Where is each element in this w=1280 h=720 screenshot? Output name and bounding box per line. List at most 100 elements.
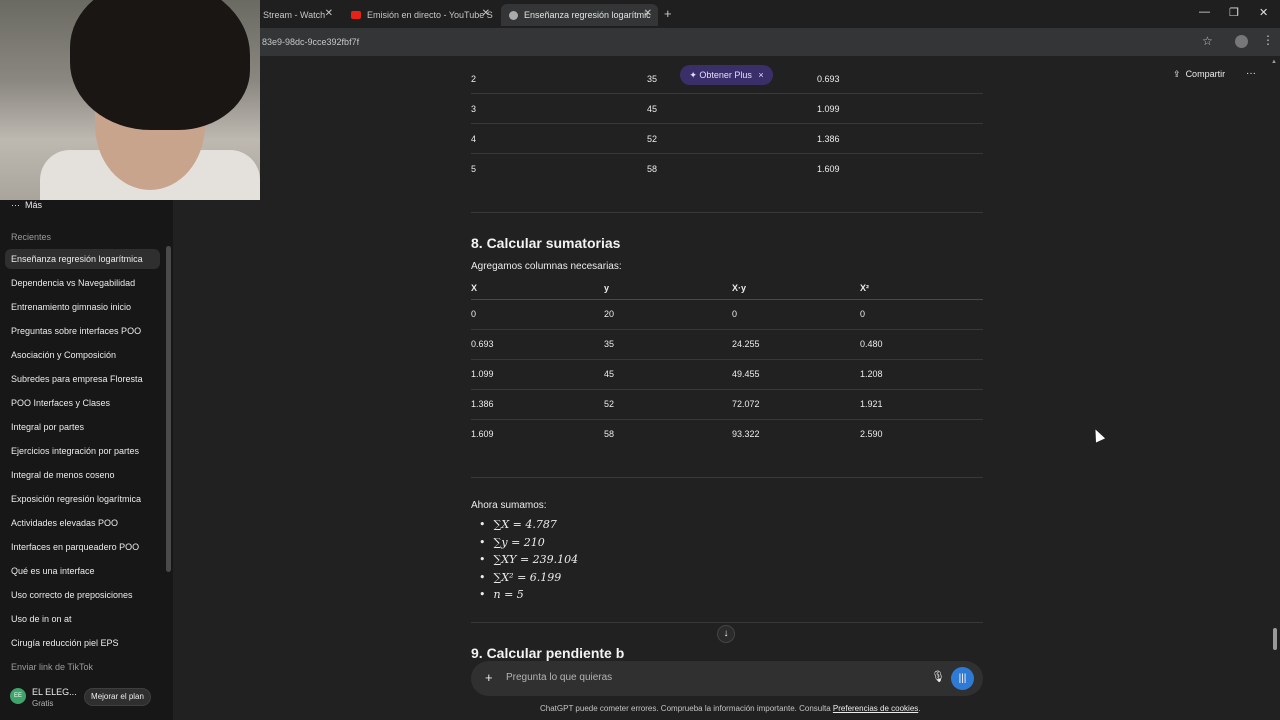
- sidebar-item-recent[interactable]: Uso de in on at: [5, 609, 160, 629]
- table-cell: 3: [471, 104, 477, 114]
- main-scrollbar[interactable]: [1273, 628, 1277, 650]
- webcam-overlay: [0, 0, 260, 200]
- url-field[interactable]: 83e9-98dc-9cce392fbf7f: [262, 37, 359, 47]
- more-options-icon[interactable]: ···: [1246, 68, 1256, 79]
- scroll-up-arrow-icon[interactable]: ▲: [1271, 59, 1277, 65]
- sidebar-item-recent[interactable]: Qué es una interface: [5, 561, 160, 581]
- row-divider: [471, 329, 983, 330]
- table-cell: 0.693: [817, 74, 840, 84]
- disclaimer-text: ChatGPT puede cometer errores. Comprueba…: [540, 704, 833, 713]
- chat-main: ⇪ Compartir ··· ✦ Obtener Plus × 2 35 0.…: [173, 56, 1280, 720]
- sidebar-item-recent[interactable]: Subredes para empresa Floresta: [5, 369, 160, 389]
- attach-plus-icon[interactable]: +: [485, 670, 493, 685]
- scroll-down-button[interactable]: ↓: [717, 625, 735, 643]
- close-tab-icon[interactable]: ✕: [644, 8, 652, 19]
- microphone-icon[interactable]: 🎙: [931, 670, 945, 683]
- table-cell: 24.255: [732, 339, 760, 349]
- sidebar-item-recent[interactable]: Ejercicios integración por partes: [5, 441, 160, 461]
- bookmark-star-icon[interactable]: ☆: [1202, 34, 1213, 48]
- table-cell: 0.693: [471, 339, 494, 349]
- section-divider: [471, 212, 983, 213]
- table-cell: 5: [471, 164, 477, 174]
- sidebar-item-recent[interactable]: Dependencia vs Navegabilidad: [5, 273, 160, 293]
- browser-menu-icon[interactable]: ⋮: [1262, 33, 1274, 47]
- disclaimer: ChatGPT puede cometer errores. Comprueba…: [540, 704, 921, 713]
- tab-label: Enseñanza regresión logarítmic: [524, 10, 651, 20]
- sum-formula: ∑y = 210: [493, 536, 545, 549]
- user-plan: Gratis: [32, 699, 54, 708]
- share-label: Compartir: [1185, 69, 1226, 79]
- sidebar-item-recent[interactable]: Integral por partes: [5, 417, 160, 437]
- tab-youtube[interactable]: Emisión en directo - YouTube S ✕: [343, 4, 496, 26]
- table-cell: 72.072: [732, 399, 760, 409]
- sidebar-item-recent[interactable]: Interfaces en parqueadero POO: [5, 537, 160, 557]
- sidebar-item-recent[interactable]: Uso correcto de preposiciones: [5, 585, 160, 605]
- share-icon: ⇪: [1173, 69, 1181, 79]
- table-cell: 0: [860, 309, 866, 319]
- table-header: y: [604, 283, 610, 293]
- section-9-title: 9. Calcular pendiente b: [471, 645, 625, 661]
- sum-item: • ∑X = 4.787: [479, 518, 557, 531]
- row-divider: [471, 93, 983, 94]
- profile-avatar-icon[interactable]: [1235, 35, 1248, 48]
- sidebar-item-recent[interactable]: Enseñanza regresión logarítmica: [5, 249, 160, 269]
- minimize-icon[interactable]: —: [1199, 6, 1210, 18]
- sidebar-item-recent[interactable]: Exposición regresión logarítmica: [5, 489, 160, 509]
- row-divider: [471, 123, 983, 124]
- table-cell: 0: [732, 309, 738, 319]
- close-tab-icon[interactable]: ✕: [482, 8, 490, 19]
- share-button[interactable]: ⇪ Compartir: [1173, 69, 1225, 80]
- sidebar-item-recent[interactable]: Integral de menos coseno: [5, 465, 160, 485]
- table-cell: 4: [471, 134, 477, 144]
- table-cell: 93.322: [732, 429, 760, 439]
- sidebar-item-recent[interactable]: Entrenamiento gimnasio inicio: [5, 297, 160, 317]
- sidebar-scrollbar[interactable]: [166, 246, 171, 572]
- recent-heading: Recientes: [11, 232, 52, 242]
- sum-item: • n = 5: [479, 588, 524, 601]
- upgrade-plan-button[interactable]: Mejorar el plan: [84, 688, 151, 706]
- section-divider: [471, 622, 983, 623]
- user-name: EL ELEG...: [32, 687, 77, 697]
- table-cell: 1.099: [817, 104, 840, 114]
- row-divider: [471, 389, 983, 390]
- dots-icon: ···: [11, 200, 20, 210]
- sum-formula: n = 5: [493, 588, 524, 601]
- sidebar-item-recent[interactable]: Preguntas sobre interfaces POO: [5, 321, 160, 341]
- sidebar-item-recent[interactable]: Enviar link de TikTok: [5, 657, 160, 677]
- close-plus-icon[interactable]: ×: [758, 70, 763, 80]
- table-cell: 35: [647, 74, 658, 84]
- table-cell: 1.609: [471, 429, 494, 439]
- mouse-cursor: [1090, 427, 1106, 443]
- sum-formula: ∑X = 4.787: [493, 518, 557, 531]
- tab-stream[interactable]: Stream - Watch ✕: [255, 4, 339, 26]
- sidebar-item-recent[interactable]: Actividades elevadas POO: [5, 513, 160, 533]
- tab-chatgpt[interactable]: Enseñanza regresión logarítmic ✕: [501, 4, 658, 26]
- table-cell: 52: [604, 399, 615, 409]
- sidebar-item-recent[interactable]: POO Interfaces y Clases: [5, 393, 160, 413]
- webcam-person-hair: [70, 0, 250, 130]
- table-cell: 45: [647, 104, 658, 114]
- section-8-intro: Agregamos columnas necesarias:: [471, 261, 622, 272]
- table-cell: 49.455: [732, 369, 760, 379]
- prompt-composer[interactable]: + Pregunta lo que quieras 🎙 |||: [471, 661, 983, 696]
- sum-formula: ∑X² = 6.199: [493, 571, 562, 584]
- maximize-icon[interactable]: ❐: [1229, 6, 1239, 19]
- table-header: X: [471, 283, 478, 293]
- table-cell: 1.609: [817, 164, 840, 174]
- prompt-input[interactable]: Pregunta lo que quieras: [506, 672, 612, 683]
- get-plus-button[interactable]: ✦ Obtener Plus ×: [680, 65, 773, 85]
- row-divider: [471, 153, 983, 154]
- sidebar-more[interactable]: ··· Más: [11, 200, 42, 210]
- sum-item: • ∑XY = 239.104: [479, 553, 579, 566]
- cookie-preferences-link[interactable]: Preferencias de cookies: [833, 704, 918, 713]
- table-cell: 58: [647, 164, 658, 174]
- voice-mode-button[interactable]: |||: [951, 667, 974, 690]
- table-cell: 52: [647, 134, 658, 144]
- sidebar-item-recent[interactable]: Cirugía reducción piel EPS: [5, 633, 160, 653]
- table-cell: 20: [604, 309, 615, 319]
- header-divider: [471, 299, 983, 300]
- sidebar-item-recent[interactable]: Asociación y Composición: [5, 345, 160, 365]
- close-tab-icon[interactable]: ✕: [325, 8, 333, 19]
- close-window-icon[interactable]: ✕: [1259, 6, 1268, 19]
- new-tab-icon[interactable]: +: [664, 6, 672, 21]
